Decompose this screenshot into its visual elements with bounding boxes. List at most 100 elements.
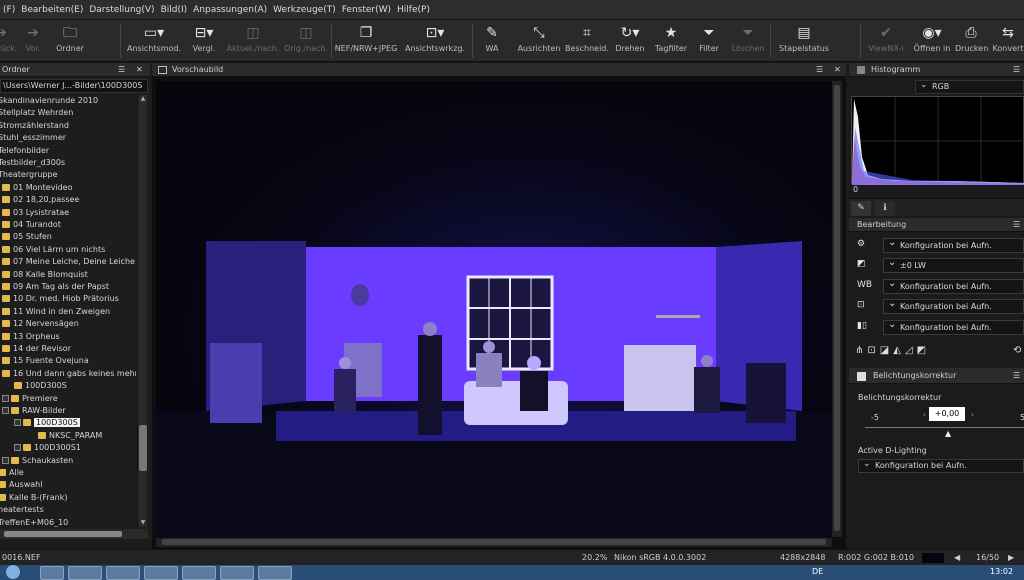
back-button[interactable]: ➔Zurück <box>0 22 16 60</box>
tree-item[interactable]: 100D300S <box>14 417 80 430</box>
gradient-icon[interactable]: ◪ <box>880 345 893 356</box>
taskbar-nx[interactable] <box>220 566 254 580</box>
view-tool-button[interactable]: ⊡▾ Ansichtswrkzg. <box>402 22 468 60</box>
tree-item[interactable]: 06 Viel Lärm um nichts <box>2 244 105 257</box>
orig-after-button[interactable]: ◫ Orig./nach. <box>282 22 330 60</box>
expand-toggle-icon[interactable] <box>2 394 9 402</box>
filter-button[interactable]: ⏷ Filter <box>694 22 724 60</box>
crop-button[interactable]: ⌗ Beschneid. <box>564 22 610 60</box>
edit-row-select[interactable]: Konfiguration bei Aufn. <box>883 238 1024 253</box>
tree-hscrollbar[interactable] <box>0 529 148 539</box>
preview-image[interactable] <box>156 81 832 537</box>
preview-vscroll-thumb[interactable] <box>834 85 840 531</box>
close-icon[interactable]: ✕ <box>834 63 841 77</box>
menu-adjust[interactable]: Anpassungen(A) <box>190 5 270 15</box>
view-mode-button[interactable]: ▭▾ Ansichtsmod. <box>126 22 182 60</box>
preview-vscrollbar[interactable] <box>832 81 842 537</box>
taskbar-ie[interactable] <box>40 566 64 580</box>
tree-item[interactable]: 07 Meine Leiche, Deine Leiche <box>2 256 135 269</box>
taskbar-language[interactable]: DE <box>812 567 823 576</box>
panel-menu-icon[interactable]: ☰ <box>816 63 823 77</box>
menu-window[interactable]: Fenster(W) <box>339 5 394 15</box>
start-button-icon[interactable] <box>6 565 20 579</box>
scroll-up-icon[interactable]: ▲ <box>139 95 147 103</box>
tree-item[interactable]: Skandinavienrunde 2010 <box>0 95 98 108</box>
tree-item[interactable]: 02 18,20,passee <box>2 194 79 207</box>
noise-icon[interactable]: ⋔ <box>855 345 867 356</box>
tree-item[interactable]: Theatergruppe <box>0 169 58 182</box>
panel-menu-icon[interactable]: ☰ <box>1013 369 1020 383</box>
panel-menu-icon[interactable]: ☰ <box>1013 63 1020 77</box>
tree-item[interactable]: Schaukasten <box>2 455 73 468</box>
white-balance-button[interactable]: ✎ WA <box>478 22 506 60</box>
compare-button[interactable]: ⊟▾ Vergl. <box>186 22 222 60</box>
increase-icon[interactable]: › <box>971 411 974 419</box>
tree-item[interactable]: 11 Wind in den Zweigen <box>2 306 110 319</box>
tree-item[interactable]: 15 Fuente Ovejuna <box>2 355 89 368</box>
expand-toggle-icon[interactable] <box>2 407 9 414</box>
tree-item[interactable]: 09 Am Tag als der Papst <box>2 281 109 294</box>
tone-icon[interactable]: ◿ <box>905 345 917 356</box>
open-in-button[interactable]: ◉▾ Öffnen in <box>912 22 952 60</box>
adl-select[interactable]: ⌄ Konfiguration bei Aufn. <box>858 459 1024 473</box>
info-tab[interactable]: ℹ <box>875 201 895 216</box>
batch-status-button[interactable]: ▤ Stapelstatus <box>772 22 836 60</box>
folder-path-field[interactable]: \Users\Werner J...-Bilder\100D300S <box>0 79 148 93</box>
tree-item[interactable]: heatertests <box>0 504 44 517</box>
taskbar-app[interactable] <box>182 566 216 580</box>
tree-item[interactable]: Stromzählerstand <box>0 120 69 133</box>
tree-item[interactable]: 04 Turandot <box>2 219 61 232</box>
menu-edit[interactable]: Bearbeiten(E) <box>18 5 86 15</box>
tree-item[interactable]: Alle <box>0 467 24 480</box>
tree-item[interactable]: Stuhl_esszimmer <box>0 132 66 145</box>
menu-view[interactable]: Darstellung(V) <box>86 5 157 15</box>
edit-row-select[interactable]: ±0 LW <box>883 258 1024 274</box>
expand-toggle-icon[interactable] <box>14 419 21 427</box>
folder-button[interactable]: 🗀 Ordner <box>52 22 88 60</box>
tree-item[interactable]: TreffenE+M06_10 <box>0 517 68 527</box>
menu-tools[interactable]: Werkzeuge(T) <box>270 5 339 15</box>
tree-item[interactable]: 100D300S1 <box>14 442 81 455</box>
tree-item[interactable]: 08 Kalle Blomquist <box>2 269 88 282</box>
print-button[interactable]: ⎙ Drucken <box>955 22 988 60</box>
tree-item[interactable]: Testbilder_d300s <box>0 157 65 170</box>
histogram-channel-select[interactable]: ⌄ RGB <box>915 80 1024 94</box>
panel-menu-icon[interactable]: ☰ <box>1013 218 1020 232</box>
taskbar-clock[interactable]: 13:02 <box>990 567 1013 576</box>
tree-item[interactable]: 01 Montevideo <box>2 182 73 195</box>
exposure-value-input[interactable]: +0,00 <box>929 407 965 421</box>
exposure-slider-handle[interactable]: ▲ <box>945 429 951 438</box>
scroll-down-icon[interactable]: ▼ <box>139 519 147 527</box>
tree-item[interactable]: 10 Dr. med. Hiob Prätorius <box>2 293 119 306</box>
tree-item[interactable]: 05 Stufen <box>2 231 52 244</box>
expand-toggle-icon[interactable] <box>14 444 21 452</box>
tree-hscroll-thumb[interactable] <box>4 531 122 537</box>
menu-help[interactable]: Hilfe(P) <box>394 5 433 15</box>
levels-icon[interactable]: ◭ <box>893 345 905 356</box>
delete-filter-button[interactable]: ⏷ Löschen <box>730 22 766 60</box>
close-icon[interactable]: ✕ <box>136 63 143 77</box>
edit-row-select[interactable]: Konfiguration bei Aufn. <box>883 278 1024 294</box>
decrease-icon[interactable]: ‹ <box>923 411 926 419</box>
expand-toggle-icon[interactable] <box>2 456 9 464</box>
taskbar-paint[interactable] <box>258 566 292 580</box>
next-image-icon[interactable]: ▶ <box>1008 550 1014 565</box>
convert-button[interactable]: ⇆ Konvert <box>992 22 1024 60</box>
tree-vscroll-thumb[interactable] <box>139 425 147 471</box>
tag-filter-button[interactable]: ★ Tagfilter <box>653 22 689 60</box>
curve-icon[interactable]: ◩ <box>917 345 930 356</box>
forward-button[interactable]: ➔ Vor. <box>18 22 48 60</box>
straighten-button[interactable]: ⤡ Ausrichten <box>517 22 561 60</box>
tree-item[interactable]: Premiere <box>2 393 58 406</box>
menu-image[interactable]: Bild(I) <box>158 5 191 15</box>
nef-jpeg-button[interactable]: ❐ NEF/NRW+JPEG <box>334 22 398 60</box>
edit-row-select[interactable]: Konfiguration bei Aufn. <box>883 299 1024 315</box>
tree-item[interactable]: RAW-Bilder <box>2 405 66 418</box>
tree-item[interactable]: 100D300S <box>14 380 67 393</box>
frame-icon[interactable]: ⊡ <box>867 345 879 356</box>
viewnx-button[interactable]: ✔ ViewNX-i <box>866 22 906 60</box>
panel-menu-icon[interactable]: ☰ <box>118 63 125 77</box>
tree-item[interactable]: 13 Orpheus <box>2 331 60 344</box>
tree-item[interactable]: 16 Und dann gabs keines mehr <box>2 368 136 381</box>
menu-file[interactable]: (F) <box>0 5 18 15</box>
